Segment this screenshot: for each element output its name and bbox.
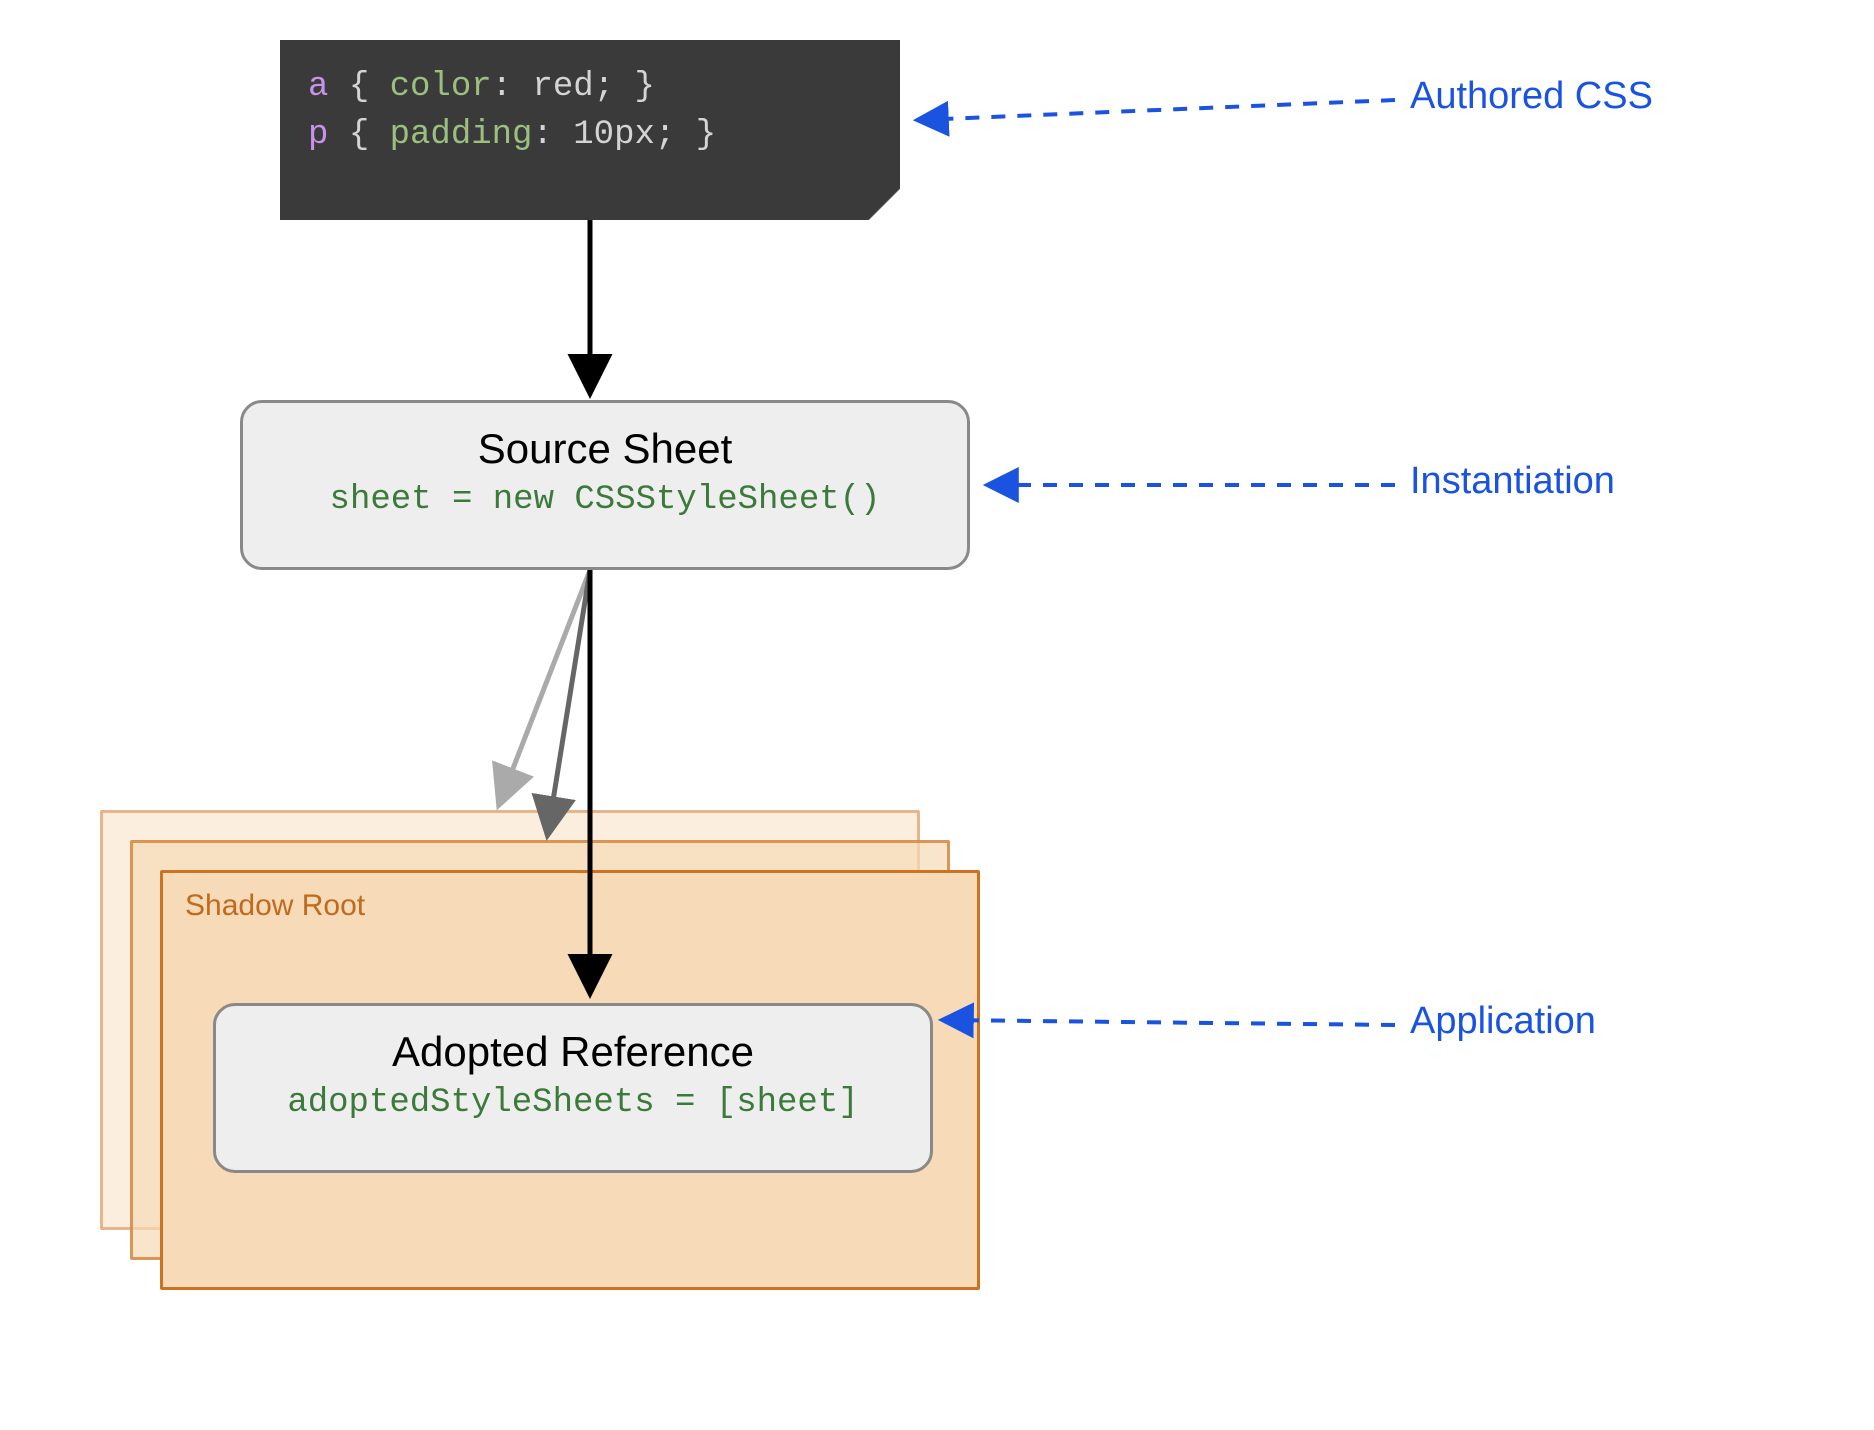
annotation-arrow-authored: [920, 100, 1395, 120]
property: padding: [390, 116, 533, 154]
source-sheet-title: Source Sheet: [243, 425, 967, 473]
code-line-1: a { color: red; }: [308, 64, 872, 112]
selector: a: [308, 68, 328, 106]
annotation-arrow-application: [945, 1020, 1395, 1025]
shadow-root-label: Shadow Root: [185, 889, 365, 923]
source-sheet-code: sheet = new CSSStyleSheet(): [243, 481, 967, 519]
shadow-root-stack: Shadow Root Adopted Reference adoptedSty…: [100, 810, 980, 1290]
arrow-source-to-shadow-2: [548, 570, 590, 832]
value: red: [532, 68, 593, 106]
adopted-reference-code: adoptedStyleSheets = [sheet]: [216, 1084, 930, 1122]
shadow-root-card: Shadow Root Adopted Reference adoptedSty…: [160, 870, 980, 1290]
source-sheet-box: Source Sheet sheet = new CSSStyleSheet(): [240, 400, 970, 570]
adopted-reference-title: Adopted Reference: [216, 1028, 930, 1076]
diagram-stage: a { color: red; } p { padding: 10px; } S…: [60, 20, 1820, 1400]
annotation-authored-css: Authored CSS: [1410, 75, 1653, 118]
value: 10px: [573, 116, 655, 154]
adopted-reference-box: Adopted Reference adoptedStyleSheets = […: [213, 1003, 933, 1173]
annotation-application: Application: [1410, 1000, 1596, 1043]
arrow-source-to-shadow-1: [500, 570, 590, 802]
property: color: [390, 68, 492, 106]
annotation-instantiation: Instantiation: [1410, 460, 1615, 503]
selector: p: [308, 116, 328, 154]
page-fold-icon: [868, 188, 900, 220]
authored-css-file: a { color: red; } p { padding: 10px; }: [280, 40, 900, 220]
code-line-2: p { padding: 10px; }: [308, 112, 872, 160]
